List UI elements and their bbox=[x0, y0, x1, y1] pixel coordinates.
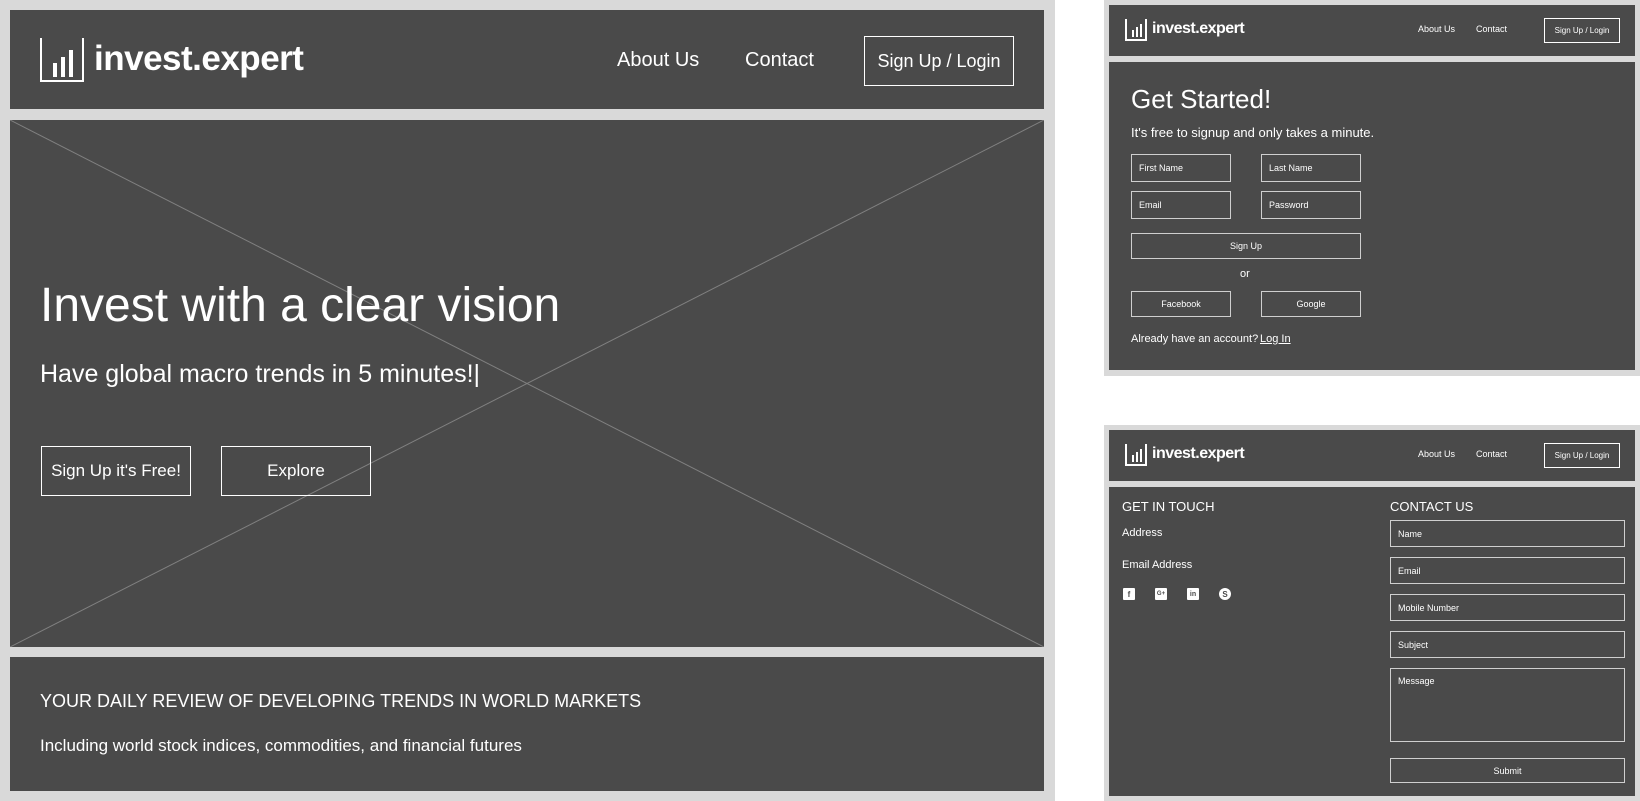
login-link[interactable]: Log In bbox=[1260, 333, 1291, 345]
explore-button[interactable]: Explore bbox=[221, 446, 371, 496]
contact-us-heading: CONTACT US bbox=[1390, 499, 1474, 514]
first-name-field[interactable]: First Name bbox=[1131, 154, 1231, 182]
signup-login-button[interactable]: Sign Up / Login bbox=[1544, 18, 1620, 43]
daily-review-section bbox=[10, 657, 1044, 791]
signup-login-button[interactable]: Sign Up / Login bbox=[1544, 443, 1620, 468]
linkedin-icon[interactable]: in bbox=[1187, 588, 1199, 600]
last-name-field[interactable]: Last Name bbox=[1261, 154, 1361, 182]
hero-headline: Invest with a clear vision bbox=[40, 279, 561, 332]
contact-email-field[interactable]: Email bbox=[1390, 557, 1625, 584]
signup-subtitle: It's free to signup and only takes a min… bbox=[1131, 125, 1375, 140]
brand-name[interactable]: invest.expert bbox=[1152, 443, 1245, 465]
nav-contact[interactable]: Contact bbox=[1476, 24, 1507, 34]
mobile-number-field[interactable]: Mobile Number bbox=[1390, 594, 1625, 621]
brand-name[interactable]: invest.expert bbox=[94, 38, 304, 80]
password-field[interactable]: Password bbox=[1261, 191, 1361, 219]
nav-contact[interactable]: Contact bbox=[745, 49, 814, 72]
signup-title: Get Started! bbox=[1131, 84, 1272, 114]
signup-submit-button[interactable]: Sign Up bbox=[1131, 233, 1361, 259]
signup-login-button[interactable]: Sign Up / Login bbox=[864, 36, 1014, 86]
brand-logo-icon[interactable] bbox=[1125, 19, 1147, 41]
subject-field[interactable]: Subject bbox=[1390, 631, 1625, 658]
message-field[interactable]: Message bbox=[1390, 668, 1625, 742]
google-signup-button[interactable]: Google bbox=[1261, 291, 1361, 317]
google-plus-icon[interactable]: G+ bbox=[1155, 588, 1167, 600]
get-in-touch-heading: GET IN TOUCH bbox=[1122, 499, 1215, 514]
address-label: Address bbox=[1122, 527, 1163, 539]
daily-review-title: YOUR DAILY REVIEW OF DEVELOPING TRENDS I… bbox=[40, 691, 642, 711]
signup-free-button[interactable]: Sign Up it's Free! bbox=[41, 446, 191, 496]
nav-about-us[interactable]: About Us bbox=[617, 49, 699, 72]
brand-logo-icon[interactable] bbox=[40, 38, 84, 82]
facebook-signup-button[interactable]: Facebook bbox=[1131, 291, 1231, 317]
brand-name[interactable]: invest.expert bbox=[1152, 18, 1245, 40]
nav-about-us[interactable]: About Us bbox=[1418, 449, 1455, 459]
email-field[interactable]: Email bbox=[1131, 191, 1231, 219]
brand-logo-icon[interactable] bbox=[1125, 444, 1147, 466]
facebook-icon[interactable]: f bbox=[1123, 588, 1135, 600]
already-account-text: Already have an account? bbox=[1131, 333, 1259, 345]
contact-submit-button[interactable]: Submit bbox=[1390, 758, 1625, 783]
email-address-label: Email Address bbox=[1122, 559, 1193, 571]
daily-review-subtitle: Including world stock indices, commoditi… bbox=[40, 736, 522, 755]
hero-subheadline: Have global macro trends in 5 minutes!| bbox=[40, 360, 481, 388]
skype-icon[interactable]: S bbox=[1219, 588, 1231, 600]
or-divider: or bbox=[1240, 268, 1250, 280]
nav-contact[interactable]: Contact bbox=[1476, 449, 1507, 459]
name-field[interactable]: Name bbox=[1390, 520, 1625, 547]
nav-about-us[interactable]: About Us bbox=[1418, 24, 1455, 34]
